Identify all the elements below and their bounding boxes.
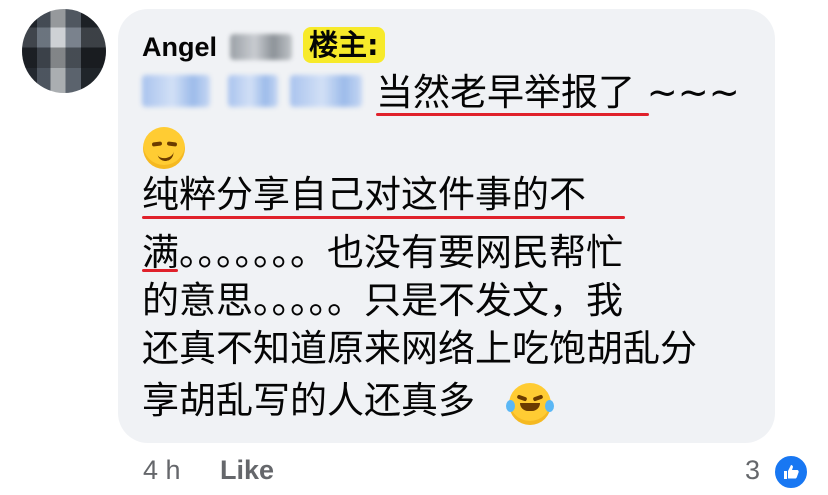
like-button[interactable]: Like bbox=[220, 455, 274, 486]
reaction-count[interactable]: 3 bbox=[745, 455, 760, 486]
red-underline-3 bbox=[142, 269, 178, 272]
tears-of-joy-emoji bbox=[506, 383, 554, 425]
comment-line-6: 享胡乱写的人还真多 bbox=[142, 379, 475, 422]
comment-timestamp[interactable]: 4 h bbox=[143, 455, 181, 486]
op-badge: 楼主: bbox=[303, 27, 385, 63]
like-reaction-icon[interactable] bbox=[773, 454, 809, 490]
author-name[interactable]: Angel bbox=[142, 30, 217, 64]
smirk-emoji bbox=[143, 127, 185, 169]
avatar[interactable] bbox=[22, 9, 106, 93]
blurred-mention-part-1[interactable] bbox=[142, 75, 210, 107]
comment-line-5: 还真不知道原来网络上吃饱胡乱分 bbox=[142, 327, 697, 370]
blurred-mention-part-3[interactable] bbox=[290, 75, 362, 107]
comment-line-2: 纯粹分享自己对这件事的不 bbox=[142, 173, 586, 216]
blurred-surname bbox=[230, 34, 292, 60]
comment-line-4: 的意思。。。。。只是不发文，我 bbox=[142, 279, 623, 322]
blurred-mention-part-2[interactable] bbox=[228, 75, 278, 107]
comment-line-1: 当然老早举报了 ~~~ bbox=[376, 71, 740, 114]
comment-line-3: 满。。。。。。。也没有要网民帮忙 bbox=[142, 231, 623, 274]
red-underline-1 bbox=[376, 113, 649, 116]
red-underline-2 bbox=[142, 216, 625, 219]
